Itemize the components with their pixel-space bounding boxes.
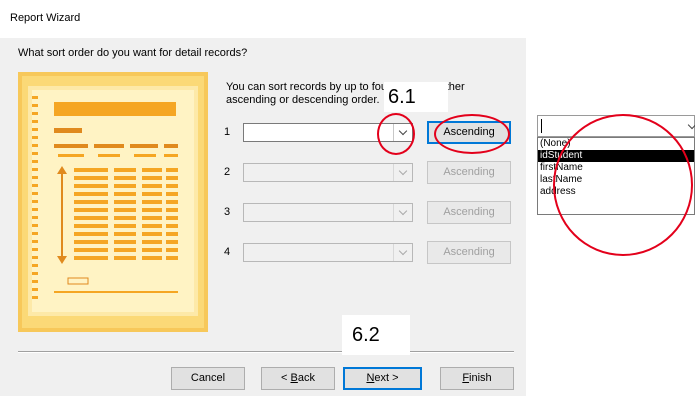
- annotation-step-6-1: 6.1: [384, 82, 448, 112]
- sort-row-1-number: 1: [224, 126, 231, 138]
- sort-hint-text: You can sort records by up to four field…: [226, 81, 526, 107]
- annotation-step-6-2: 6.2: [342, 315, 410, 355]
- chevron-down-icon: [398, 166, 408, 176]
- annotation-circle-dropdown: [377, 113, 415, 155]
- chevron-down-icon: [687, 120, 695, 129]
- finish-button-rest: inish: [469, 372, 492, 384]
- back-button-rest: ack: [297, 372, 315, 384]
- title-bar[interactable]: Report Wizard: [0, 0, 526, 38]
- finish-button[interactable]: Finish: [440, 367, 514, 390]
- sort-3-ascending-button[interactable]: Ascending: [427, 201, 511, 224]
- chevron-down-icon: [398, 206, 408, 216]
- report-wizard-dialog: Report Wizard What sort order do you wan…: [0, 0, 526, 396]
- sort-2-ascending-button[interactable]: Ascending: [427, 161, 511, 184]
- sort-4-ascending-button[interactable]: Ascending: [427, 241, 511, 264]
- back-button-prefix: <: [281, 372, 291, 384]
- sort-field-2-combo[interactable]: [243, 163, 413, 182]
- report-layout-illustration: [18, 72, 208, 332]
- sort-row-2-number: 2: [224, 166, 231, 178]
- annotation-circle-ascending: [434, 114, 510, 154]
- text-caret: [541, 119, 542, 133]
- sort-field-3-combo[interactable]: [243, 203, 413, 222]
- field-dropdown-button[interactable]: [687, 115, 695, 137]
- next-button[interactable]: Next >: [343, 367, 422, 390]
- back-button-accelerator: B: [290, 372, 298, 384]
- sort-field-4-combo[interactable]: [243, 243, 413, 262]
- annotation-circle-field-list: [553, 114, 693, 256]
- chevron-down-icon: [398, 246, 408, 256]
- sort-field-2-dropdown-button[interactable]: [393, 164, 412, 181]
- back-button[interactable]: < Back: [261, 367, 335, 390]
- sort-hint-line-2: ascending or descending order.: [226, 94, 380, 106]
- cancel-button[interactable]: Cancel: [171, 367, 245, 390]
- sort-row-3-number: 3: [224, 206, 231, 218]
- sort-field-4-dropdown-button[interactable]: [393, 244, 412, 261]
- sort-order-question: What sort order do you want for detail r…: [18, 47, 248, 59]
- next-button-rest: ext >: [374, 372, 399, 384]
- sort-row-4-number: 4: [224, 246, 231, 258]
- sort-hint-line-1: You can sort records by up to four field…: [226, 81, 465, 93]
- window-title: Report Wizard: [10, 12, 81, 24]
- sort-field-3-dropdown-button[interactable]: [393, 204, 412, 221]
- footer-separator: [18, 351, 514, 353]
